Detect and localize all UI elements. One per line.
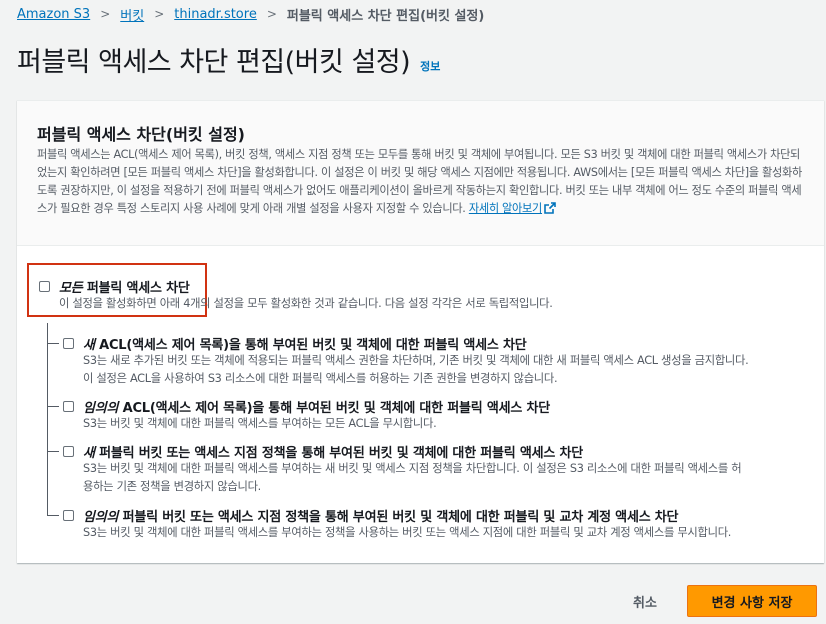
block-any-policy-label[interactable]: 임의의 퍼블릭 버킷 또는 액세스 지점 정책을 통해 부여된 버킷 및 객체에… (83, 506, 679, 525)
info-link[interactable]: 정보 (420, 58, 440, 74)
block-new-acl-label[interactable]: 새 ACL(액세스 제어 목록)을 통해 부여된 버킷 및 객체에 대한 퍼블릭… (83, 334, 527, 353)
block-any-acl-label-text: ACL(액세스 제어 목록)을 통해 부여된 버킷 및 객체에 대한 퍼블릭 액… (118, 401, 551, 416)
panel-description-text: 퍼블릭 액세스는 ACL(액세스 제어 목록), 버킷 정책, 액세스 지점 정… (37, 148, 802, 215)
block-any-acl-checkbox[interactable] (63, 401, 74, 412)
breadcrumb: Amazon S3 > 버킷 > thinadr.store > 퍼블릭 액세스… (17, 5, 485, 24)
block-new-acl-checkbox[interactable] (63, 338, 74, 349)
block-all-checkbox[interactable] (39, 281, 50, 292)
chevron-right-icon: > (100, 7, 111, 21)
block-new-policy-description: S3는 버킷 및 객체에 대한 퍼블릭 액세스를 부여하는 새 버킷 및 액세스… (83, 462, 742, 475)
tree-branch (47, 343, 59, 344)
block-any-policy-label-text: 퍼블릭 버킷 또는 액세스 지점 정책을 통해 부여된 버킷 및 객체에 대한 … (118, 510, 679, 525)
page-header: 퍼블릭 액세스 차단 편집(버킷 설정) 정보 (17, 40, 440, 79)
block-public-access-panel: 퍼블릭 액세스 차단(버킷 설정) 퍼블릭 액세스는 ACL(액세스 제어 목록… (17, 100, 824, 563)
block-any-policy-description: S3는 버킷 및 객체에 대한 퍼블릭 액세스를 부여하는 정책을 사용하는 버… (83, 526, 732, 539)
block-all-label[interactable]: 모든 퍼블릭 액세스 차단 (59, 277, 190, 296)
cancel-button[interactable]: 취소 (615, 585, 675, 617)
chevron-right-icon: > (266, 7, 277, 21)
chevron-right-icon: > (154, 7, 165, 21)
breadcrumb-link-bucket[interactable]: thinadr.store (174, 7, 257, 22)
block-new-policy-label[interactable]: 새 퍼블릭 버킷 또는 액세스 지점 정책을 통해 부여된 버킷 및 객체에 대… (83, 442, 583, 461)
block-any-acl-label[interactable]: 임의의 ACL(액세스 제어 목록)을 통해 부여된 버킷 및 객체에 대한 퍼… (83, 397, 550, 416)
block-any-policy-checkbox[interactable] (63, 510, 74, 521)
block-new-policy-checkbox[interactable] (63, 446, 74, 457)
block-new-policy-label-text: 퍼블릭 버킷 또는 액세스 지점 정책을 통해 부여된 버킷 및 객체에 대한 … (94, 446, 584, 461)
tree-branch (47, 406, 59, 407)
page-title: 퍼블릭 액세스 차단 편집(버킷 설정) (17, 47, 411, 78)
breadcrumb-current: 퍼블릭 액세스 차단 편집(버킷 설정) (286, 8, 485, 24)
block-new-acl-label-emphasis: 새 (83, 338, 95, 353)
block-any-acl-description: S3는 버킷 및 객체에 대한 퍼블릭 액세스를 부여하는 모든 ACL을 무시… (83, 417, 437, 430)
save-changes-button[interactable]: 변경 사항 저장 (687, 585, 817, 617)
block-all-description: 이 설정을 활성화하면 아래 4개의 설정을 모두 활성화한 것과 같습니다. … (59, 297, 553, 310)
learn-more-label: 자세히 알아보기 (468, 202, 543, 215)
block-any-acl-label-emphasis: 임의의 (83, 401, 119, 416)
block-new-policy-label-emphasis: 새 (83, 446, 95, 461)
panel-title: 퍼블릭 액세스 차단(버킷 설정) (37, 125, 245, 144)
panel-description: 퍼블릭 액세스는 ACL(액세스 제어 목록), 버킷 정책, 액세스 지점 정… (37, 146, 802, 218)
block-new-acl-description: S3는 새로 추가된 버킷 또는 객체에 적용되는 퍼블릭 액세스 권한을 차단… (83, 354, 749, 367)
breadcrumb-link-s3[interactable]: Amazon S3 (17, 7, 90, 22)
breadcrumb-link-buckets[interactable]: 버킷 (120, 5, 144, 24)
tree-branch (47, 515, 59, 516)
external-link-icon (544, 202, 556, 214)
block-new-policy-description-2: 용하는 기존 정책을 변경하지 않습니다. (83, 480, 261, 493)
tree-connector (47, 323, 48, 516)
panel-header: 퍼블릭 액세스 차단(버킷 설정) 퍼블릭 액세스는 ACL(액세스 제어 목록… (17, 101, 824, 246)
learn-more-link[interactable]: 자세히 알아보기 (469, 202, 556, 215)
block-new-acl-label-text: ACL(액세스 제어 목록)을 통해 부여된 버킷 및 객체에 대한 퍼블릭 액… (94, 338, 527, 353)
block-all-label-emphasis: 모든 (59, 281, 83, 296)
block-all-label-text: 퍼블릭 액세스 차단 (82, 281, 190, 296)
block-new-acl-description-2: 이 설정은 ACL을 사용하여 S3 리소스에 대한 퍼블릭 액세스를 허용하는… (83, 372, 558, 385)
block-any-policy-label-emphasis: 임의의 (83, 510, 119, 525)
form-actions: 취소 변경 사항 저장 (0, 585, 826, 617)
tree-branch (47, 451, 59, 452)
